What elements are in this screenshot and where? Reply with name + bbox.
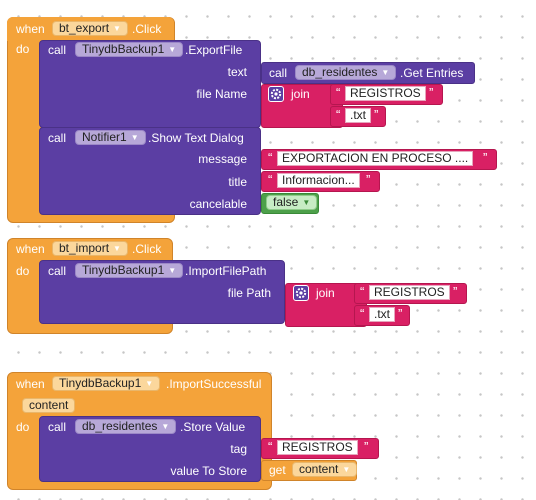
quote-mark-icon: ” — [483, 150, 488, 165]
dropdown-arrow-icon: ▼ — [302, 198, 311, 207]
text-value[interactable]: .txt — [369, 307, 396, 322]
quote-mark-icon: “ — [336, 85, 341, 100]
text-value[interactable]: .txt — [345, 108, 372, 123]
call-label: call — [48, 264, 67, 278]
dropdown-arrow-icon: ▼ — [342, 465, 351, 474]
method-label: .ImportFilePath — [185, 264, 267, 278]
quote-mark-icon: ” — [366, 172, 371, 187]
variable-dropdown-content[interactable]: content ▼ — [292, 462, 358, 477]
quote-mark-icon: ” — [453, 284, 458, 299]
method-label: .Get Entries — [400, 66, 464, 80]
component-dropdown-db-residentes[interactable]: db_residentes ▼ — [75, 419, 177, 434]
do-label: do — [16, 420, 30, 434]
when-label: when — [16, 22, 45, 36]
call-label: call — [48, 43, 67, 57]
param-label-message: message — [198, 152, 247, 166]
quote-mark-icon: “ — [268, 439, 273, 454]
component-dropdown-bt-export[interactable]: bt_export ▼ — [52, 21, 128, 36]
event-name-label: .Click — [132, 242, 162, 256]
get-label: get — [269, 463, 286, 477]
method-label: .Store Value — [180, 420, 246, 434]
event-name-label: .Click — [132, 22, 162, 36]
text-value[interactable]: REGISTROS — [369, 285, 450, 300]
component-dropdown-notifier1[interactable]: Notifier1 ▼ — [75, 130, 146, 145]
param-label-tag: tag — [230, 442, 247, 456]
dropdown-arrow-icon: ▼ — [145, 379, 154, 388]
do-label: do — [16, 42, 30, 56]
quote-mark-icon: “ — [268, 172, 273, 187]
quote-mark-icon: ” — [364, 439, 369, 454]
do-label: do — [16, 264, 30, 278]
call-label: call — [269, 66, 288, 80]
gear-icon[interactable] — [293, 285, 309, 301]
quote-mark-icon: “ — [268, 150, 273, 165]
dropdown-arrow-icon: ▼ — [161, 422, 170, 431]
event-name-label: .ImportSuccessful — [166, 377, 262, 391]
when-label: when — [16, 242, 45, 256]
logic-dropdown-false[interactable]: false ▼ — [266, 195, 318, 210]
quote-mark-icon: ” — [398, 306, 403, 321]
dropdown-arrow-icon: ▼ — [381, 68, 390, 77]
param-label-file-name: file Name — [196, 87, 247, 101]
component-dropdown-tinydbbackup1[interactable]: TinydbBackup1 ▼ — [52, 376, 161, 391]
component-dropdown-bt-import[interactable]: bt_import ▼ — [52, 241, 128, 256]
join-label: join — [291, 87, 310, 101]
gear-icon[interactable] — [268, 86, 284, 102]
call-label: call — [48, 131, 67, 145]
quote-mark-icon: ” — [374, 107, 379, 122]
param-label-file-path: file Path — [227, 286, 271, 300]
dropdown-arrow-icon: ▼ — [113, 244, 121, 253]
dropdown-arrow-icon: ▼ — [130, 133, 139, 142]
method-label: .ExportFile — [185, 43, 243, 57]
quote-mark-icon: “ — [360, 284, 365, 299]
call-label: call — [48, 420, 67, 434]
component-dropdown-tinydbbackup1[interactable]: TinydbBackup1 ▼ — [75, 42, 184, 57]
param-label-cancelable: cancelable — [189, 197, 247, 211]
text-value[interactable]: Informacion... — [277, 173, 360, 188]
param-label-text: text — [227, 65, 247, 79]
method-label: .Show Text Dialog — [148, 131, 244, 145]
quote-mark-icon: “ — [360, 306, 365, 321]
quote-mark-icon: “ — [336, 107, 341, 122]
dropdown-arrow-icon: ▼ — [168, 45, 177, 54]
param-label-value-to-store: value To Store — [170, 464, 248, 478]
text-value[interactable]: REGISTROS — [345, 86, 426, 101]
text-value[interactable]: REGISTROS — [277, 440, 358, 455]
param-label-title: title — [228, 175, 247, 189]
join-label: join — [316, 286, 335, 300]
when-label: when — [16, 377, 45, 391]
dropdown-arrow-icon: ▼ — [113, 24, 121, 33]
event-param-content[interactable]: content — [22, 398, 76, 413]
component-dropdown-db-residentes[interactable]: db_residentes ▼ — [295, 65, 397, 80]
component-dropdown-tinydbbackup1[interactable]: TinydbBackup1 ▼ — [75, 263, 184, 278]
dropdown-arrow-icon: ▼ — [168, 266, 177, 275]
text-value[interactable]: EXPORTACION EN PROCESO .... — [277, 151, 474, 166]
quote-mark-icon: ” — [429, 85, 434, 100]
